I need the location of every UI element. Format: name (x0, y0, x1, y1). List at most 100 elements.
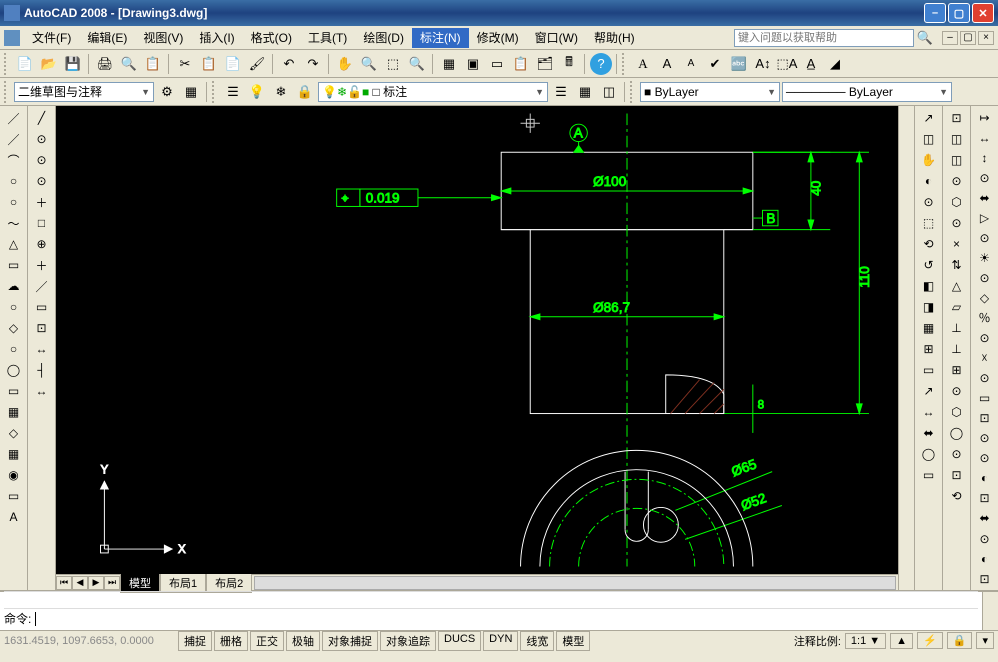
dim-btn-1[interactable]: ↔ (974, 128, 996, 147)
calc-button[interactable]: 🖩 (558, 53, 580, 75)
menu-8[interactable]: 修改(M) (469, 28, 527, 48)
view-btn-7[interactable]: ↺ (918, 255, 940, 275)
dim-btn-0[interactable]: ↦ (974, 108, 996, 127)
draw-btn-12[interactable]: ◯ (3, 360, 25, 380)
layer-prev-button[interactable]: ☰ (550, 81, 572, 103)
toolbar-grip[interactable] (4, 53, 9, 75)
tab-model[interactable]: 模型 (120, 573, 160, 593)
menu-4[interactable]: 格式(O) (243, 28, 300, 48)
draw-btn-4[interactable]: ○ (3, 192, 25, 212)
design-button[interactable]: ▣ (462, 53, 484, 75)
redo-button[interactable]: ↷ (302, 53, 324, 75)
draw2-btn-6[interactable]: ⊕ (31, 234, 53, 254)
dim-btn-15[interactable]: ⊡ (974, 409, 996, 428)
annotation-viz-button[interactable]: ▲ (890, 633, 913, 649)
modify-btn-9[interactable]: ▱ (946, 297, 968, 317)
cut-button[interactable]: ✂ (174, 53, 196, 75)
help-button[interactable]: ? (590, 53, 612, 75)
linetype-combo[interactable]: ─────── ByLayer▼ (782, 82, 952, 102)
toolbar-grip[interactable] (630, 81, 635, 103)
drawing-canvas[interactable]: Ø100 Ø86,7 40 110 (56, 106, 898, 574)
status-toggle-6[interactable]: DUCS (438, 631, 481, 651)
new-button[interactable]: 📄 (14, 53, 36, 75)
toolbar-grip[interactable] (622, 53, 627, 75)
draw2-btn-7[interactable]: ＋ (31, 255, 53, 275)
vertical-scrollbar[interactable] (898, 106, 914, 590)
menu-1[interactable]: 编辑(E) (79, 28, 135, 48)
dim-btn-20[interactable]: ⬌ (974, 509, 996, 528)
properties-button[interactable]: ▦ (438, 53, 460, 75)
status-toggle-2[interactable]: 正交 (250, 631, 284, 651)
style-button[interactable]: A̲ (800, 53, 822, 75)
view-btn-0[interactable]: ↗ (918, 108, 940, 128)
dim-btn-12[interactable]: ☓ (974, 349, 996, 368)
menu-3[interactable]: 插入(I) (191, 28, 242, 48)
tab-layout2[interactable]: 布局2 (206, 573, 252, 593)
draw-btn-1[interactable]: ／ (3, 129, 25, 149)
modify-btn-11[interactable]: ⊥ (946, 339, 968, 359)
modify-btn-4[interactable]: ⬡ (946, 192, 968, 212)
draw2-btn-4[interactable]: ＋ (31, 192, 53, 212)
view-btn-1[interactable]: ◫ (918, 129, 940, 149)
status-toggle-8[interactable]: 线宽 (520, 631, 554, 651)
draw-btn-15[interactable]: ◇ (3, 423, 25, 443)
view-btn-12[interactable]: ▭ (918, 360, 940, 380)
dim-btn-8[interactable]: ⊙ (974, 268, 996, 287)
view-btn-16[interactable]: ◯ (918, 444, 940, 464)
annotation-scale-combo[interactable]: 1:1 ▼ (845, 633, 886, 649)
tab-prev-button[interactable]: ◀ (72, 576, 88, 590)
view-btn-10[interactable]: ▦ (918, 318, 940, 338)
view-btn-4[interactable]: ⊙ (918, 192, 940, 212)
tool-button[interactable]: ▭ (486, 53, 508, 75)
draw2-btn-3[interactable]: ⊙ (31, 171, 53, 191)
modify-btn-2[interactable]: ◫ (946, 150, 968, 170)
layer-state-button[interactable]: ▦ (574, 81, 596, 103)
workspace-lock-button[interactable]: ▦ (180, 81, 202, 103)
draw-btn-5[interactable]: ～ (3, 213, 25, 233)
draw-btn-0[interactable]: ／ (3, 108, 25, 128)
tab-next-button[interactable]: ▶ (88, 576, 104, 590)
dim-btn-9[interactable]: ◇ (974, 288, 996, 307)
menu-5[interactable]: 工具(T) (300, 28, 355, 48)
mdi-close-button[interactable]: × (978, 31, 994, 45)
dim-btn-16[interactable]: ⊙ (974, 429, 996, 448)
workspace-combo[interactable]: 二维草图与注释▼ (14, 82, 154, 102)
status-toggle-4[interactable]: 对象捕捉 (322, 631, 378, 651)
print-button[interactable]: 🖨 (94, 53, 116, 75)
dim-btn-5[interactable]: ▷ (974, 208, 996, 227)
draw-btn-7[interactable]: ▭ (3, 255, 25, 275)
maximize-button[interactable]: ▢ (948, 3, 970, 23)
draw-btn-18[interactable]: ▭ (3, 486, 25, 506)
view-btn-5[interactable]: ⬚ (918, 213, 940, 233)
match-button[interactable]: 🖌 (246, 53, 268, 75)
draw2-btn-13[interactable]: ↔ (31, 381, 53, 401)
save-button[interactable]: 💾 (62, 53, 84, 75)
layer-lock-button[interactable]: 🔒 (294, 81, 316, 103)
menu-10[interactable]: 帮助(H) (586, 28, 643, 48)
status-toggle-5[interactable]: 对象追踪 (380, 631, 436, 651)
menu-6[interactable]: 绘图(D) (355, 28, 412, 48)
cmd-scrollbar[interactable] (982, 592, 998, 630)
annotation-auto-button[interactable]: ⚡ (917, 632, 943, 649)
draw2-btn-5[interactable]: □ (31, 213, 53, 233)
status-toggle-7[interactable]: DYN (483, 631, 518, 651)
draw-btn-16[interactable]: ▦ (3, 444, 25, 464)
markup-button[interactable]: 🗂 (534, 53, 556, 75)
view-btn-6[interactable]: ⟲ (918, 234, 940, 254)
dim-btn-3[interactable]: ⊙ (974, 168, 996, 187)
layer-combo[interactable]: 💡❄🔓■ □ 标注▼ (318, 82, 548, 102)
modify-btn-14[interactable]: ⬡ (946, 402, 968, 422)
modify-btn-18[interactable]: ⟲ (946, 486, 968, 506)
draw-btn-13[interactable]: ▭ (3, 381, 25, 401)
dim-btn-2[interactable]: ↕ (974, 148, 996, 167)
status-tray-button[interactable]: ▾ (976, 632, 994, 649)
dim-btn-22[interactable]: ◐ (974, 549, 996, 568)
menu-9[interactable]: 窗口(W) (527, 28, 586, 48)
view-btn-3[interactable]: ◐ (918, 171, 940, 191)
modify-btn-7[interactable]: ⇅ (946, 255, 968, 275)
layer-on-button[interactable]: 💡 (246, 81, 268, 103)
modify-btn-15[interactable]: ◯ (946, 423, 968, 443)
dim-btn-10[interactable]: ％ (974, 308, 996, 327)
zoom-prev-button[interactable]: 🔍 (406, 53, 428, 75)
view-btn-15[interactable]: ⬌ (918, 423, 940, 443)
